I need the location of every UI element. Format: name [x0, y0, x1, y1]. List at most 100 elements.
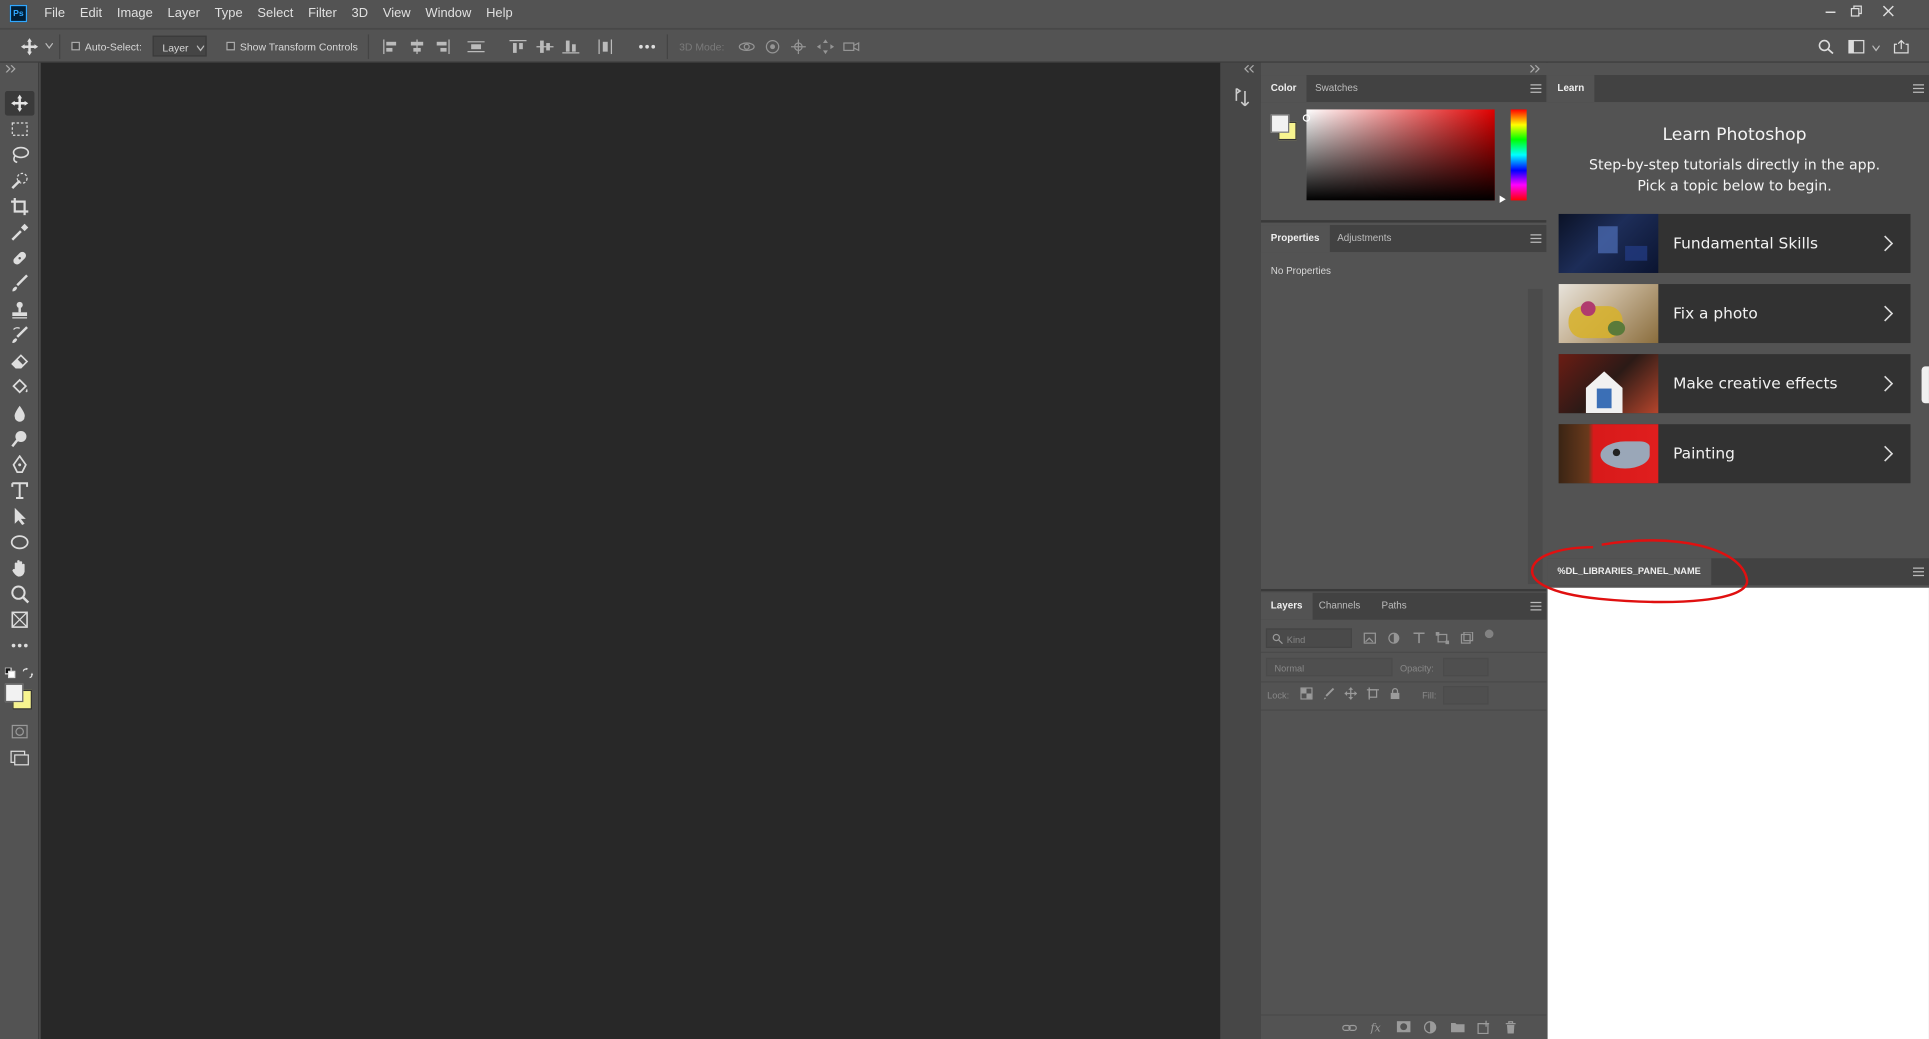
search-icon[interactable] [1818, 39, 1835, 55]
show-transform-checkbox[interactable] [226, 41, 235, 51]
chevron-down-icon[interactable] [45, 43, 53, 49]
lock-all-icon[interactable] [1389, 687, 1401, 700]
align-left-icon[interactable] [383, 39, 400, 55]
blur-tool-icon[interactable] [10, 403, 30, 423]
learn-topic-fix-a-photo[interactable]: Fix a photo [1558, 284, 1911, 344]
clone-stamp-tool-icon[interactable] [10, 300, 30, 320]
collapse-toolbar-icon[interactable] [5, 65, 17, 73]
menu-layer[interactable]: Layer [160, 0, 207, 27]
panel-menu-icon[interactable] [1912, 567, 1925, 577]
filter-shape-icon[interactable] [1435, 632, 1450, 645]
lock-position-icon[interactable] [1344, 687, 1357, 700]
align-bottom-icon[interactable] [562, 39, 580, 54]
menu-filter[interactable]: Filter [301, 0, 344, 27]
menu-edit[interactable]: Edit [72, 0, 109, 27]
default-colors-icon[interactable] [4, 667, 16, 679]
color-picker-handle[interactable] [1302, 114, 1311, 122]
menu-select[interactable]: Select [250, 0, 301, 27]
color-fg-swatch[interactable] [1270, 114, 1290, 133]
fill-input[interactable] [1443, 686, 1489, 705]
menu-image[interactable]: Image [110, 0, 161, 27]
type-tool-icon[interactable] [10, 481, 30, 501]
share-icon[interactable] [1893, 39, 1910, 54]
align-vcenter-icon[interactable] [536, 39, 554, 54]
menu-window[interactable]: Window [418, 0, 479, 27]
edit-toolbar-icon[interactable] [10, 636, 30, 656]
crop-tool-icon[interactable] [10, 197, 30, 217]
quick-mask-icon[interactable] [10, 722, 30, 742]
tab-adjustments[interactable]: Adjustments [1327, 225, 1401, 252]
brush-tool-icon[interactable] [10, 274, 30, 294]
healing-brush-tool-icon[interactable] [10, 248, 30, 268]
align-hcenter-icon[interactable] [408, 39, 425, 55]
eyedropper-tool-icon[interactable] [10, 223, 30, 243]
distribute-vertical-icon[interactable] [597, 39, 614, 55]
filter-smart-object-icon[interactable] [1460, 632, 1474, 644]
layer-filter-kind-dropdown[interactable]: Kind [1265, 628, 1352, 648]
tab-properties[interactable]: Properties [1260, 225, 1330, 253]
menu-3d[interactable]: 3D [344, 0, 375, 27]
tab-channels[interactable]: Channels [1309, 593, 1370, 620]
swap-colors-icon[interactable] [22, 667, 34, 679]
workspace-switcher-icon[interactable] [1848, 39, 1865, 54]
learn-topic-painting[interactable]: Painting [1558, 424, 1911, 484]
learn-topic-fundamental-skills[interactable]: Fundamental Skills [1558, 213, 1911, 273]
color-hue-slider[interactable] [1510, 109, 1527, 201]
foreground-color-swatch[interactable] [4, 683, 24, 703]
tab-color[interactable]: Color [1260, 75, 1307, 103]
blend-mode-dropdown[interactable]: Normal [1265, 657, 1393, 677]
learn-scroll-tab[interactable] [1921, 366, 1929, 404]
chevron-down-icon[interactable] [1872, 45, 1880, 52]
eraser-tool-icon[interactable] [10, 352, 30, 372]
layer-style-fx-icon[interactable]: fx [1370, 1021, 1385, 1034]
tab-layers[interactable]: Layers [1260, 592, 1313, 620]
menu-file[interactable]: File [37, 0, 73, 27]
opacity-input[interactable] [1443, 657, 1489, 677]
screen-mode-icon[interactable] [10, 748, 30, 768]
lock-pixels-icon[interactable] [1322, 687, 1335, 700]
dodge-tool-icon[interactable] [10, 429, 30, 449]
marquee-tool-icon[interactable] [10, 119, 30, 139]
tab-paths[interactable]: Paths [1372, 593, 1417, 620]
new-adjustment-layer-icon[interactable] [1423, 1021, 1437, 1035]
learn-topic-make-creative-effects[interactable]: Make creative effects [1558, 354, 1911, 414]
libraries-panel-content[interactable] [1547, 587, 1929, 1039]
close-button[interactable] [1875, 0, 1902, 22]
quick-selection-tool-icon[interactable] [10, 171, 30, 191]
expand-dock-icon[interactable] [1244, 65, 1256, 73]
align-top-icon[interactable] [509, 39, 527, 54]
auto-select-target-dropdown[interactable]: Layer [152, 35, 207, 57]
new-layer-icon[interactable] [1477, 1020, 1491, 1035]
document-canvas-area[interactable] [40, 62, 1221, 1039]
hue-slider-handle[interactable] [1499, 195, 1506, 203]
collapse-panels-icon[interactable] [1529, 65, 1541, 73]
panel-menu-icon[interactable] [1530, 84, 1542, 94]
minimize-button[interactable] [1817, 0, 1844, 22]
menu-type[interactable]: Type [207, 0, 250, 27]
filter-adjustment-icon[interactable] [1388, 632, 1402, 644]
delete-layer-icon[interactable] [1505, 1021, 1517, 1035]
history-brush-tool-icon[interactable] [10, 326, 30, 346]
lock-transparent-icon[interactable] [1300, 687, 1313, 700]
ellipse-tool-icon[interactable] [10, 532, 30, 552]
restore-button[interactable] [1843, 0, 1870, 22]
add-mask-icon[interactable] [1396, 1021, 1411, 1033]
tab-learn[interactable]: Learn [1547, 75, 1595, 103]
lasso-tool-icon[interactable] [10, 145, 30, 165]
menu-view[interactable]: View [375, 0, 418, 27]
paint-bucket-tool-icon[interactable] [10, 377, 30, 397]
new-group-icon[interactable] [1450, 1021, 1465, 1033]
panel-menu-icon[interactable] [1530, 234, 1542, 244]
filter-toggle-icon[interactable] [1484, 629, 1494, 639]
history-panel-icon[interactable] [1233, 86, 1253, 108]
panel-menu-icon[interactable] [1912, 84, 1925, 94]
move-tool-icon[interactable] [10, 93, 30, 113]
menu-help[interactable]: Help [479, 0, 520, 27]
zoom-tool-icon[interactable] [10, 584, 30, 604]
move-tool-preset-icon[interactable] [20, 37, 40, 57]
path-selection-tool-icon[interactable] [10, 507, 30, 527]
distribute-icon[interactable] [467, 39, 485, 54]
pen-tool-icon[interactable] [10, 454, 30, 475]
auto-select-checkbox[interactable] [71, 41, 80, 51]
tab-swatches[interactable]: Swatches [1305, 75, 1367, 102]
